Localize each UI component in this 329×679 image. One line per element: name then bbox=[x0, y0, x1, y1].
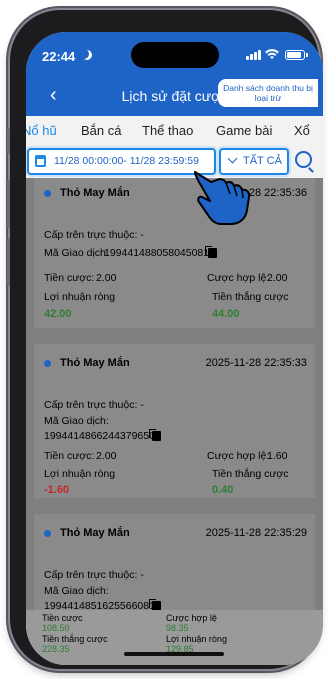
win-amount-value: 44.00 bbox=[212, 308, 240, 320]
bet-amount-label: Tiền cược: bbox=[44, 450, 95, 462]
search-icon[interactable] bbox=[295, 151, 312, 168]
copy-icon[interactable] bbox=[205, 246, 217, 258]
date-range-value: 11/28 00:00:00- 11/28 23:59:59 bbox=[54, 155, 199, 167]
net-profit-value: 42.00 bbox=[44, 308, 72, 320]
bet-record-list: Thỏ May Mắn 2025-11-28 22:35:36 Cấp trên… bbox=[26, 178, 323, 610]
transaction-id-label: Mã Giao dịch: bbox=[44, 247, 109, 259]
excluded-revenue-link[interactable]: Danh sách doanh thu bị loại trừ bbox=[218, 79, 318, 107]
home-indicator bbox=[124, 652, 224, 656]
summary-win-label: Tiền thắng cược bbox=[42, 634, 108, 644]
status-dot bbox=[44, 360, 51, 367]
status-dot bbox=[44, 190, 51, 197]
valid-bet-label: Cược hợp lệ: bbox=[207, 450, 270, 462]
copy-icon[interactable] bbox=[149, 599, 161, 610]
bet-amount: 2.00 bbox=[96, 450, 117, 462]
game-name: Thỏ May Mắn bbox=[60, 527, 130, 539]
parent-agent-label: Cấp trên trực thuộc: - bbox=[44, 399, 144, 411]
game-name: Thỏ May Mắn bbox=[60, 357, 130, 369]
record-timestamp: 2025-11-28 22:35:33 bbox=[205, 357, 307, 369]
transaction-id: 1994414866244379650 bbox=[44, 430, 155, 442]
win-amount-value: 0.40 bbox=[212, 484, 234, 496]
tab-game-bai[interactable]: Game bài bbox=[216, 123, 272, 138]
screen: 22:44 ‹ Lịch sử đặt cược Danh sách doanh… bbox=[26, 32, 323, 665]
bet-amount-label: Tiền cược: bbox=[44, 272, 95, 284]
win-amount-label: Tiền thắng cược bbox=[212, 291, 289, 303]
tap-hand-icon bbox=[194, 171, 251, 225]
copy-icon[interactable] bbox=[149, 429, 161, 441]
summary-valid-value: 98.35 bbox=[166, 623, 189, 633]
valid-bet-amount: 1.60 bbox=[267, 450, 288, 462]
net-profit-label: Lợi nhuận ròng bbox=[44, 468, 116, 480]
status-time: 22:44 bbox=[42, 49, 76, 64]
transaction-id-label: Mã Giao dịch: bbox=[44, 415, 109, 427]
summary-valid-label: Cược hợp lệ bbox=[166, 613, 217, 623]
transaction-id: 1994414880580450817 bbox=[104, 247, 215, 259]
tab-the-thao[interactable]: Thể thao bbox=[142, 123, 193, 138]
bet-amount: 2.00 bbox=[96, 272, 117, 284]
bet-record[interactable]: Thỏ May Mắn 2025-11-28 22:35:33 Cấp trên… bbox=[34, 344, 315, 498]
summary-bet-label: Tiền cược bbox=[42, 613, 83, 623]
volume-down-button bbox=[7, 238, 10, 286]
summary-footer: Tiền cược 108.50 Cược hợp lệ 98.35 Tiền … bbox=[26, 610, 323, 665]
summary-win-value: 228.35 bbox=[42, 644, 70, 654]
volume-up-button bbox=[7, 180, 10, 228]
parent-agent-label: Cấp trên trực thuộc: - bbox=[44, 229, 144, 241]
action-button bbox=[7, 128, 10, 154]
game-name: Thỏ May Mắn bbox=[60, 187, 130, 199]
net-profit-value: -1.60 bbox=[44, 484, 70, 496]
summary-bet-value: 108.50 bbox=[42, 623, 70, 633]
battery-icon bbox=[285, 50, 308, 60]
status-bar: 22:44 bbox=[26, 32, 323, 76]
tab-ban-ca[interactable]: Bắn cá bbox=[81, 123, 121, 138]
transaction-id-label: Mã Giao dịch: bbox=[44, 585, 109, 597]
wifi-icon bbox=[265, 49, 279, 59]
tab-no-hu[interactable]: Nổ hũ bbox=[26, 123, 57, 138]
bet-record[interactable]: Thỏ May Mắn 2025-11-28 22:35:29 Cấp trên… bbox=[34, 514, 315, 610]
net-profit-label: Lợi nhuận ròng bbox=[44, 291, 116, 303]
date-range-picker[interactable]: 11/28 00:00:00- 11/28 23:59:59 bbox=[27, 148, 216, 175]
moon-icon bbox=[82, 50, 92, 60]
calendar-icon bbox=[35, 155, 46, 167]
valid-bet-amount: 2.00 bbox=[267, 272, 288, 284]
win-amount-label: Tiền thắng cược bbox=[212, 468, 289, 480]
valid-bet-label: Cược hợp lệ: bbox=[207, 272, 270, 284]
filter-bar: 11/28 00:00:00- 11/28 23:59:59 TẤT CẢ bbox=[26, 146, 323, 178]
bet-record[interactable]: Thỏ May Mắn 2025-11-28 22:35:36 Cấp trên… bbox=[34, 178, 315, 328]
transaction-id: 1994414851625566081 bbox=[44, 600, 155, 610]
game-tabs: Nổ hũ Bắn cá Thể thao Game bài Xổ bbox=[26, 116, 323, 146]
type-select-value: TẤT CẢ bbox=[243, 155, 282, 167]
status-dot bbox=[44, 530, 51, 537]
parent-agent-label: Cấp trên trực thuộc: - bbox=[44, 569, 144, 581]
chevron-down-icon bbox=[227, 153, 238, 164]
cellular-signal-icon bbox=[246, 50, 261, 60]
summary-profit-label: Lợi nhuận ròng bbox=[166, 634, 227, 644]
dynamic-island bbox=[131, 42, 219, 68]
record-timestamp: 2025-11-28 22:35:29 bbox=[205, 527, 307, 539]
tab-xo-so[interactable]: Xổ bbox=[294, 123, 310, 138]
nav-bar: ‹ Lịch sử đặt cược Danh sách doanh thu b… bbox=[26, 76, 323, 116]
